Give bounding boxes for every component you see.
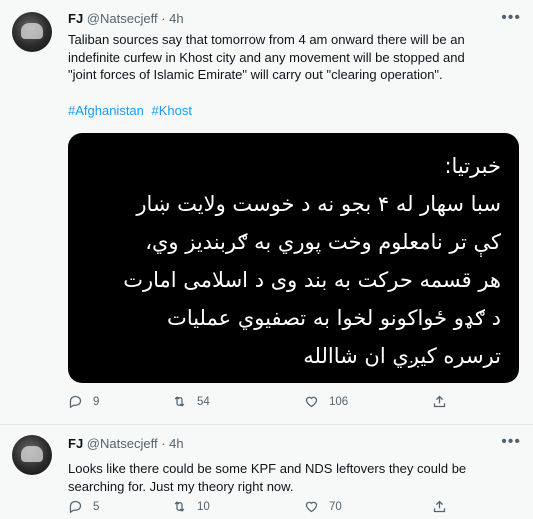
- tweet[interactable]: FJ @Natsecjeff · 4h ••• Taliban sources …: [0, 0, 533, 424]
- separator-dot: ·: [161, 436, 166, 451]
- reply-icon: [69, 500, 82, 514]
- timestamp[interactable]: 4h: [169, 436, 183, 451]
- like-button[interactable]: 70: [304, 499, 342, 514]
- display-name[interactable]: FJ: [68, 436, 83, 451]
- share-button[interactable]: [432, 394, 447, 409]
- action-bar: 5 10 70: [68, 499, 508, 519]
- like-count: 106: [329, 395, 349, 408]
- reply-icon: [69, 395, 82, 409]
- user-handle[interactable]: @Natsecjeff: [87, 11, 158, 26]
- tweet-text: Looks like there could be some KPF and N…: [68, 461, 467, 494]
- timestamp[interactable]: 4h: [169, 11, 183, 26]
- retweet-count: 54: [197, 395, 210, 408]
- retweet-icon: [174, 396, 185, 407]
- avatar[interactable]: [12, 12, 52, 52]
- more-icon[interactable]: •••: [501, 433, 521, 451]
- reply-count: 9: [93, 395, 100, 408]
- retweet-icon: [174, 501, 185, 512]
- reply-button[interactable]: 5: [68, 499, 99, 514]
- tweet-header: FJ @Natsecjeff · 4h: [68, 436, 184, 451]
- hashtag-link[interactable]: #Afghanistan: [68, 103, 144, 118]
- more-icon[interactable]: •••: [501, 9, 521, 27]
- display-name[interactable]: FJ: [68, 11, 83, 26]
- tweet-header: FJ @Natsecjeff · 4h: [68, 11, 184, 26]
- reply-count: 5: [93, 500, 100, 513]
- hashtags: #Afghanistan #Khost: [68, 103, 196, 118]
- hashtag-link[interactable]: #Khost: [152, 103, 192, 118]
- like-icon: [305, 396, 318, 408]
- like-button[interactable]: 106: [304, 394, 348, 409]
- share-button[interactable]: [432, 499, 447, 514]
- share-icon: [433, 500, 446, 513]
- image-text: خبرتیا: سبا سهار له ۴ بجو نه د خوست ولای…: [123, 154, 501, 368]
- reply-button[interactable]: 9: [68, 394, 99, 409]
- retweet-button[interactable]: 54: [172, 394, 210, 409]
- tweet-image[interactable]: خبرتیا: سبا سهار له ۴ بجو نه د خوست ولای…: [68, 133, 519, 383]
- retweet-button[interactable]: 10: [172, 499, 210, 514]
- avatar[interactable]: [12, 435, 52, 475]
- like-count: 70: [329, 500, 342, 513]
- action-bar: 9 54 106: [68, 394, 508, 414]
- separator-dot: ·: [161, 11, 166, 26]
- user-handle[interactable]: @Natsecjeff: [87, 436, 158, 451]
- like-icon: [305, 501, 318, 513]
- share-icon: [433, 395, 446, 408]
- retweet-count: 10: [197, 500, 210, 513]
- tweet[interactable]: FJ @Natsecjeff · 4h ••• Looks like there…: [0, 424, 533, 516]
- tweet-text: Taliban sources say that tomorrow from 4…: [68, 32, 465, 82]
